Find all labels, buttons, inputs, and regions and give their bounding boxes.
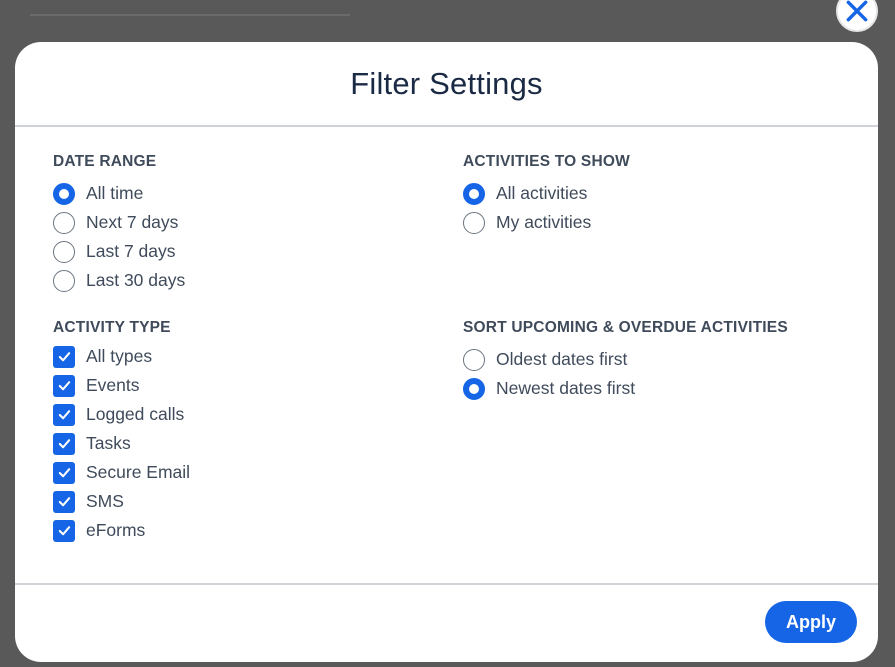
radio-unselected-icon[interactable]	[53, 211, 75, 234]
section-title: ACTIVITY TYPE	[53, 319, 171, 336]
option-label: My activities	[496, 212, 592, 232]
radio-unselected-icon[interactable]	[463, 348, 485, 371]
radio-unselected-icon[interactable]	[463, 211, 485, 234]
option-label: Logged calls	[86, 404, 185, 424]
radio-selected-icon[interactable]	[53, 182, 75, 205]
section-title: DATE RANGE	[53, 153, 157, 170]
dialog-footer: Apply	[15, 585, 878, 660]
option-label: eForms	[86, 520, 146, 540]
activity-type-option[interactable]: Logged calls	[53, 400, 190, 429]
option-label: Oldest dates first	[496, 349, 628, 369]
option-label: SMS	[86, 491, 124, 511]
option-label: All types	[86, 346, 153, 366]
filter-settings-dialog: Filter Settings DATE RANGE All time Next …	[15, 42, 878, 662]
activity-type-option[interactable]: Events	[53, 371, 190, 400]
background-text-line	[30, 14, 350, 16]
option-label: Secure Email	[86, 462, 191, 482]
dialog-title: Filter Settings	[350, 65, 543, 101]
section-title: ACTIVITIES TO SHOW	[463, 153, 630, 170]
option-label: All activities	[496, 183, 588, 203]
apply-button[interactable]: Apply	[765, 601, 857, 643]
sort-option[interactable]: Newest dates first	[463, 374, 788, 403]
option-label: Newest dates first	[496, 378, 636, 398]
activity-type-option[interactable]: SMS	[53, 487, 190, 516]
activities-to-show-option[interactable]: All activities	[463, 179, 630, 208]
dialog-header: Filter Settings	[15, 42, 878, 127]
activity-type-option[interactable]: eForms	[53, 516, 190, 545]
checkbox-checked-icon[interactable]	[53, 519, 75, 542]
close-icon	[846, 0, 868, 22]
option-label: All time	[86, 183, 144, 203]
checkbox-checked-icon[interactable]	[53, 432, 75, 455]
activity-type-option[interactable]: Secure Email	[53, 458, 190, 487]
date-range-section: DATE RANGE All time Next 7 days Last 7 day…	[53, 151, 185, 295]
date-range-option[interactable]: Last 7 days	[53, 237, 185, 266]
date-range-option[interactable]: Next 7 days	[53, 208, 185, 237]
option-label: Last 7 days	[86, 241, 176, 261]
activity-type-option[interactable]: All types	[53, 342, 190, 371]
radio-selected-icon[interactable]	[463, 377, 485, 400]
sort-section: SORT UPCOMING & OVERDUE ACTIVITIES Oldes…	[463, 317, 788, 403]
section-title: SORT UPCOMING & OVERDUE ACTIVITIES	[463, 319, 788, 336]
radio-selected-icon[interactable]	[463, 182, 485, 205]
checkbox-checked-icon[interactable]	[53, 374, 75, 397]
radio-unselected-icon[interactable]	[53, 240, 75, 263]
checkbox-checked-icon[interactable]	[53, 461, 75, 484]
date-range-option[interactable]: Last 30 days	[53, 266, 185, 295]
checkbox-checked-icon[interactable]	[53, 345, 75, 368]
dialog-body: DATE RANGE All time Next 7 days Last 7 day…	[15, 127, 878, 585]
activities-to-show-section: ACTIVITIES TO SHOW All activities My acti…	[463, 151, 630, 237]
activity-type-section: ACTIVITY TYPE All types Events Logged call…	[53, 317, 190, 545]
activity-type-option[interactable]: Tasks	[53, 429, 190, 458]
date-range-option[interactable]: All time	[53, 179, 185, 208]
sort-option[interactable]: Oldest dates first	[463, 345, 788, 374]
option-label: Events	[86, 375, 140, 395]
checkbox-checked-icon[interactable]	[53, 403, 75, 426]
activities-to-show-option[interactable]: My activities	[463, 208, 630, 237]
checkbox-checked-icon[interactable]	[53, 490, 75, 513]
radio-unselected-icon[interactable]	[53, 269, 75, 292]
option-label: Last 30 days	[86, 270, 186, 290]
option-label: Tasks	[86, 433, 131, 453]
option-label: Next 7 days	[86, 212, 179, 232]
